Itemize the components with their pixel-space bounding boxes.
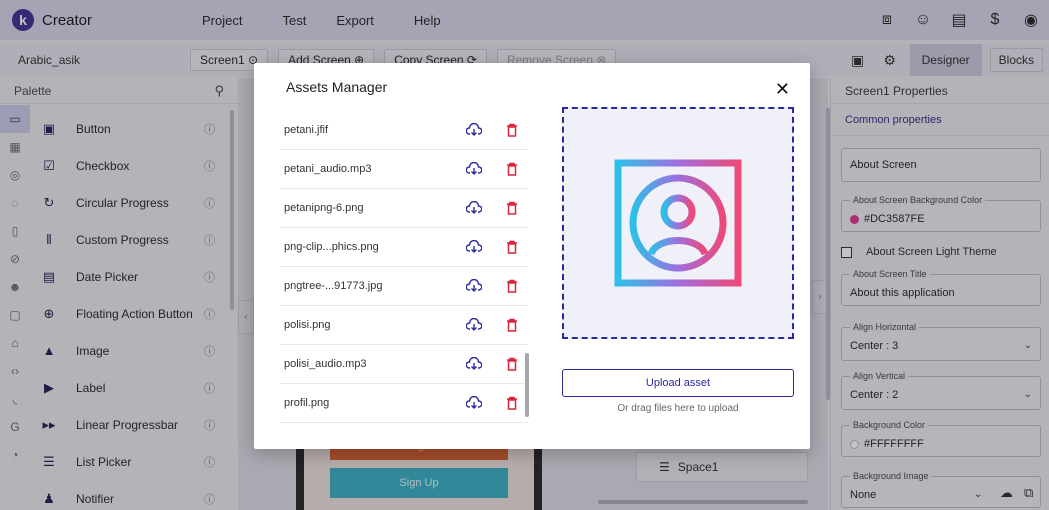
download-cloud-icon[interactable] [466, 162, 482, 176]
list-item[interactable]: petani_audio.mp3 [280, 150, 528, 189]
download-cloud-icon[interactable] [466, 357, 482, 371]
list-item[interactable]: polisi.png [280, 306, 528, 345]
delete-trash-icon[interactable] [506, 123, 518, 137]
profile-placeholder-icon [614, 159, 742, 287]
download-cloud-icon[interactable] [466, 201, 482, 215]
download-cloud-icon[interactable] [466, 318, 482, 332]
list-item[interactable]: profil.png [280, 384, 528, 423]
drag-hint: Or drag files here to upload [617, 403, 739, 414]
asset-dropzone[interactable] [562, 107, 794, 339]
list-item[interactable]: pngtree-...91773.jpg [280, 267, 528, 306]
list-item[interactable]: petani.jfif [280, 111, 528, 150]
delete-trash-icon[interactable] [506, 357, 518, 371]
download-cloud-icon[interactable] [466, 279, 482, 293]
list-item[interactable]: png-clip...phics.png [280, 228, 528, 267]
delete-trash-icon[interactable] [506, 201, 518, 215]
download-cloud-icon[interactable] [466, 240, 482, 254]
download-cloud-icon[interactable] [466, 123, 482, 137]
upload-asset-button[interactable]: Upload asset [562, 369, 794, 397]
list-item[interactable]: polisi_audio.mp3 [280, 345, 528, 384]
list-item[interactable]: petanipng-6.png [280, 189, 528, 228]
close-icon[interactable]: ✕ [775, 79, 790, 100]
delete-trash-icon[interactable] [506, 396, 518, 410]
delete-trash-icon[interactable] [506, 279, 518, 293]
delete-trash-icon[interactable] [506, 162, 518, 176]
asset-list-scrollbar[interactable] [525, 353, 529, 417]
delete-trash-icon[interactable] [506, 318, 518, 332]
delete-trash-icon[interactable] [506, 240, 518, 254]
download-cloud-icon[interactable] [466, 396, 482, 410]
dialog-title: Assets Manager [286, 79, 388, 95]
asset-list: petani.jfif petani_audio.mp3 petanipng-6… [280, 111, 528, 423]
assets-manager-dialog: Assets Manager ✕ petani.jfif petani_audi… [254, 63, 810, 449]
